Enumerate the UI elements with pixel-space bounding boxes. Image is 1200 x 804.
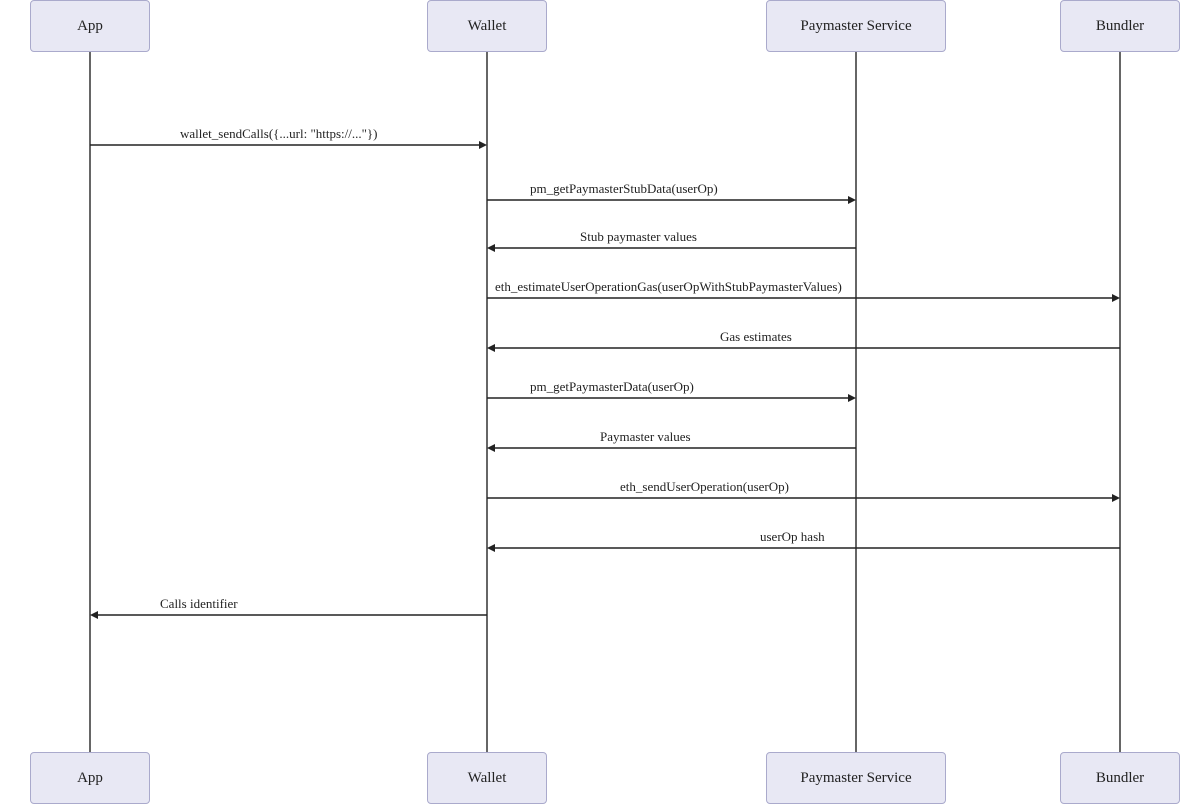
actor-bundler-bottom-label: Bundler — [1096, 770, 1144, 787]
actor-wallet-top-label: Wallet — [468, 18, 507, 35]
svg-text:wallet_sendCalls({...url: "htt: wallet_sendCalls({...url: "https://..."}… — [180, 126, 378, 141]
svg-text:pm_getPaymasterData(userOp): pm_getPaymasterData(userOp) — [530, 379, 694, 394]
svg-text:Gas estimates: Gas estimates — [720, 329, 792, 344]
actor-paymaster-bottom-label: Paymaster Service — [800, 770, 911, 787]
actor-wallet-bottom-label: Wallet — [468, 770, 507, 787]
actor-app-bottom-label: App — [77, 770, 103, 787]
actor-app-top-label: App — [77, 18, 103, 35]
actor-bundler-top: Bundler — [1060, 0, 1180, 52]
actor-bundler-top-label: Bundler — [1096, 18, 1144, 35]
actor-wallet-bottom: Wallet — [427, 752, 547, 804]
actor-paymaster-top-label: Paymaster Service — [800, 18, 911, 35]
actor-paymaster-top: Paymaster Service — [766, 0, 946, 52]
svg-text:userOp hash: userOp hash — [760, 529, 825, 544]
actor-wallet-top: Wallet — [427, 0, 547, 52]
svg-text:eth_estimateUserOperationGas(u: eth_estimateUserOperationGas(userOpWithS… — [495, 279, 842, 294]
actor-app-top: App — [30, 0, 150, 52]
svg-text:Calls identifier: Calls identifier — [160, 596, 238, 611]
svg-text:eth_sendUserOperation(userOp): eth_sendUserOperation(userOp) — [620, 479, 789, 494]
svg-text:Paymaster values: Paymaster values — [600, 429, 691, 444]
sequence-diagram: wallet_sendCalls({...url: "https://..."}… — [0, 0, 1200, 804]
svg-text:pm_getPaymasterStubData(userOp: pm_getPaymasterStubData(userOp) — [530, 181, 718, 196]
svg-text:Stub paymaster values: Stub paymaster values — [580, 229, 697, 244]
diagram-svg: wallet_sendCalls({...url: "https://..."}… — [0, 0, 1200, 804]
actor-bundler-bottom: Bundler — [1060, 752, 1180, 804]
actor-app-bottom: App — [30, 752, 150, 804]
actor-paymaster-bottom: Paymaster Service — [766, 752, 946, 804]
